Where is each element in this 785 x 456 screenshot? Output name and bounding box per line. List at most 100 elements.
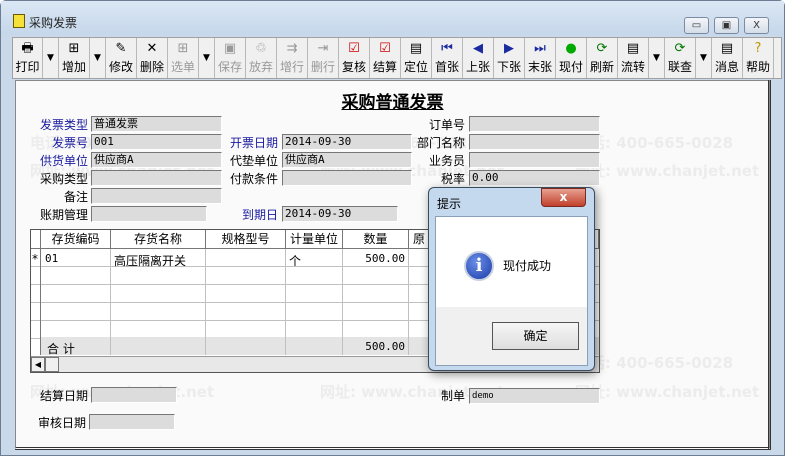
toolbar-button-delete[interactable]: ✕ 删除 (137, 38, 168, 78)
invoice-no-label: 发票号 (51, 136, 88, 150)
title-bar: 采购发票 ▭ ▣ X (1, 1, 784, 35)
invoice-date-field[interactable]: 2014-09-30 (282, 134, 412, 150)
printer-icon: 🖶 (21, 41, 34, 56)
tax-rate-label: 税率 (440, 172, 465, 186)
invoice-type-field[interactable]: 普通发票 (91, 116, 222, 132)
total-label: 合 计 (47, 342, 75, 356)
payment-terms-field[interactable] (282, 170, 412, 186)
toolbar-button-label: 流转 (620, 60, 645, 74)
toolbar-button-select[interactable]: ⊞ 选单 (168, 38, 199, 78)
salesperson-label: 业务员 (428, 154, 465, 168)
toolbar-button-label: 删除 (139, 60, 164, 74)
info-icon: i (464, 251, 494, 281)
account-period-field[interactable] (91, 206, 207, 222)
due-date-label: 到期日 (241, 208, 278, 222)
scroll-left-arrow-icon[interactable]: ◀ (31, 357, 45, 372)
toolbar-button-printer[interactable]: 🖶 打印 (13, 38, 43, 78)
settle-icon: ☑ (379, 41, 391, 56)
dialog-close-button[interactable]: x (541, 188, 586, 207)
row-marker: * (32, 252, 38, 266)
review-date-label: 审核日期 (37, 416, 86, 430)
invoice-type-label: 发票类型 (39, 118, 88, 132)
toolbar-button-edit[interactable]: ✎ 修改 (106, 38, 137, 78)
toolbar-button-label: 复核 (341, 60, 366, 74)
row-header-corner (31, 230, 41, 249)
advance-unit-field[interactable]: 供应商A (282, 152, 412, 168)
tax-rate-field[interactable]: 0.00 (469, 170, 600, 186)
toolbar-button-settle[interactable]: ☑ 结算 (370, 38, 401, 78)
toolbar-button-last[interactable]: ⏭ 末张 (525, 38, 556, 78)
toolbar-button-help[interactable]: ? 帮助 (743, 38, 774, 78)
toolbar-button-first[interactable]: ⏮ 首张 (432, 38, 463, 78)
save-icon: ▣ (223, 41, 237, 56)
payment-terms-label: 付款条件 (229, 172, 278, 186)
toolbar-button-locate[interactable]: ▤ 定位 (401, 38, 432, 78)
ok-button[interactable]: 确定 (492, 322, 579, 350)
toolbar-button-label: 选单 (170, 60, 195, 74)
toolbar-dropdown-button[interactable]: ▼ (696, 38, 712, 78)
toolbar-button-label: 修改 (108, 60, 133, 74)
close-button[interactable]: X (744, 17, 769, 34)
purchase-type-field[interactable] (91, 170, 222, 186)
settle-date-label: 结算日期 (39, 389, 88, 403)
column-header-spec[interactable]: 规格型号 (206, 230, 286, 249)
locate-icon: ▤ (409, 41, 423, 56)
toolbar: 🖶 打印 ▼ ⊞ 增加 ▼ ✎ 修改 ✕ 删除 ⊞ 选单 ▼ ▣ 保存 ♲ 放弃 ⇉ 增行 ⇥ 删行 ☑ 复核 ☑ 结算 ▤ 定位 ⏮… (12, 37, 782, 79)
toolbar-button-prev[interactable]: ◀ 上张 (463, 38, 494, 78)
toolbar-button-save[interactable]: ▣ 保存 (215, 38, 246, 78)
toolbar-button-label: 打印 (15, 60, 40, 74)
maximize-button[interactable]: ▣ (714, 17, 739, 34)
supplier-field[interactable]: 供应商A (91, 152, 222, 168)
delete-row-icon: ⇥ (317, 41, 329, 56)
toolbar-button-add[interactable]: ⊞ 增加 (59, 38, 90, 78)
salesperson-field[interactable] (469, 152, 600, 168)
column-header-unit[interactable]: 计量单位 (286, 230, 343, 249)
toolbar-button-message[interactable]: ▤ 消息 (712, 38, 743, 78)
toolbar-button-pay[interactable]: ● 现付 (556, 38, 587, 78)
toolbar-button-review[interactable]: ☑ 复核 (339, 38, 370, 78)
column-header-code[interactable]: 存货编码 (41, 230, 111, 249)
toolbar-button-flow[interactable]: ▤ 流转 (618, 38, 649, 78)
toolbar-button-refresh[interactable]: ⟳ 刷新 (587, 38, 618, 78)
toolbar-button-next[interactable]: ▶ 下张 (494, 38, 525, 78)
refresh-icon: ⟳ (596, 41, 608, 56)
toolbar-dropdown-button[interactable]: ▼ (43, 38, 59, 78)
order-no-field[interactable] (469, 116, 600, 132)
toolbar-button-label: 保存 (217, 60, 242, 74)
document-title: 采购普通发票 (341, 93, 444, 113)
cell-unit[interactable]: 个 (289, 252, 301, 269)
next-icon: ▶ (504, 41, 514, 56)
remark-field[interactable] (91, 188, 222, 204)
due-date-field[interactable]: 2014-09-30 (282, 206, 398, 222)
chevron-down-icon: ▼ (203, 53, 210, 63)
maker-field: demo (469, 388, 600, 404)
column-header-name[interactable]: 存货名称 (111, 230, 206, 249)
invoice-date-label: 开票日期 (229, 136, 278, 150)
dialog-title: 提示 (437, 197, 462, 211)
department-field[interactable] (469, 134, 600, 150)
minimize-button[interactable]: ▭ (684, 17, 709, 34)
help-icon: ? (754, 41, 762, 56)
edit-icon: ✎ (115, 41, 127, 56)
toolbar-button-delete-row[interactable]: ⇥ 删行 (308, 38, 339, 78)
toolbar-dropdown-button[interactable]: ▼ (649, 38, 665, 78)
scroll-thumb[interactable] (45, 357, 59, 372)
toolbar-dropdown-button[interactable]: ▼ (199, 38, 215, 78)
purchase-type-label: 采购类型 (39, 172, 88, 186)
settle-date-field[interactable] (91, 387, 177, 403)
toolbar-button-label: 帮助 (745, 60, 770, 74)
window-title: 采购发票 (29, 16, 78, 30)
review-date-field[interactable] (89, 414, 175, 430)
toolbar-dropdown-button[interactable]: ▼ (90, 38, 106, 78)
toolbar-button-discard[interactable]: ♲ 放弃 (246, 38, 277, 78)
column-header-qty[interactable]: 数量 (343, 230, 409, 249)
invoice-no-field[interactable]: 001 (91, 134, 222, 150)
message-dialog: 提示 x i 现付成功 确定 (428, 187, 595, 371)
toolbar-button-query[interactable]: ⟳ 联查 (665, 38, 696, 78)
toolbar-button-add-row[interactable]: ⇉ 增行 (277, 38, 308, 78)
cell-qty[interactable]: 500.00 (343, 252, 405, 265)
cell-code[interactable]: 01 (45, 252, 58, 265)
cell-name[interactable]: 高压隔离开关 (114, 252, 186, 269)
remark-label: 备注 (63, 190, 88, 204)
toolbar-button-label: 消息 (714, 60, 739, 74)
